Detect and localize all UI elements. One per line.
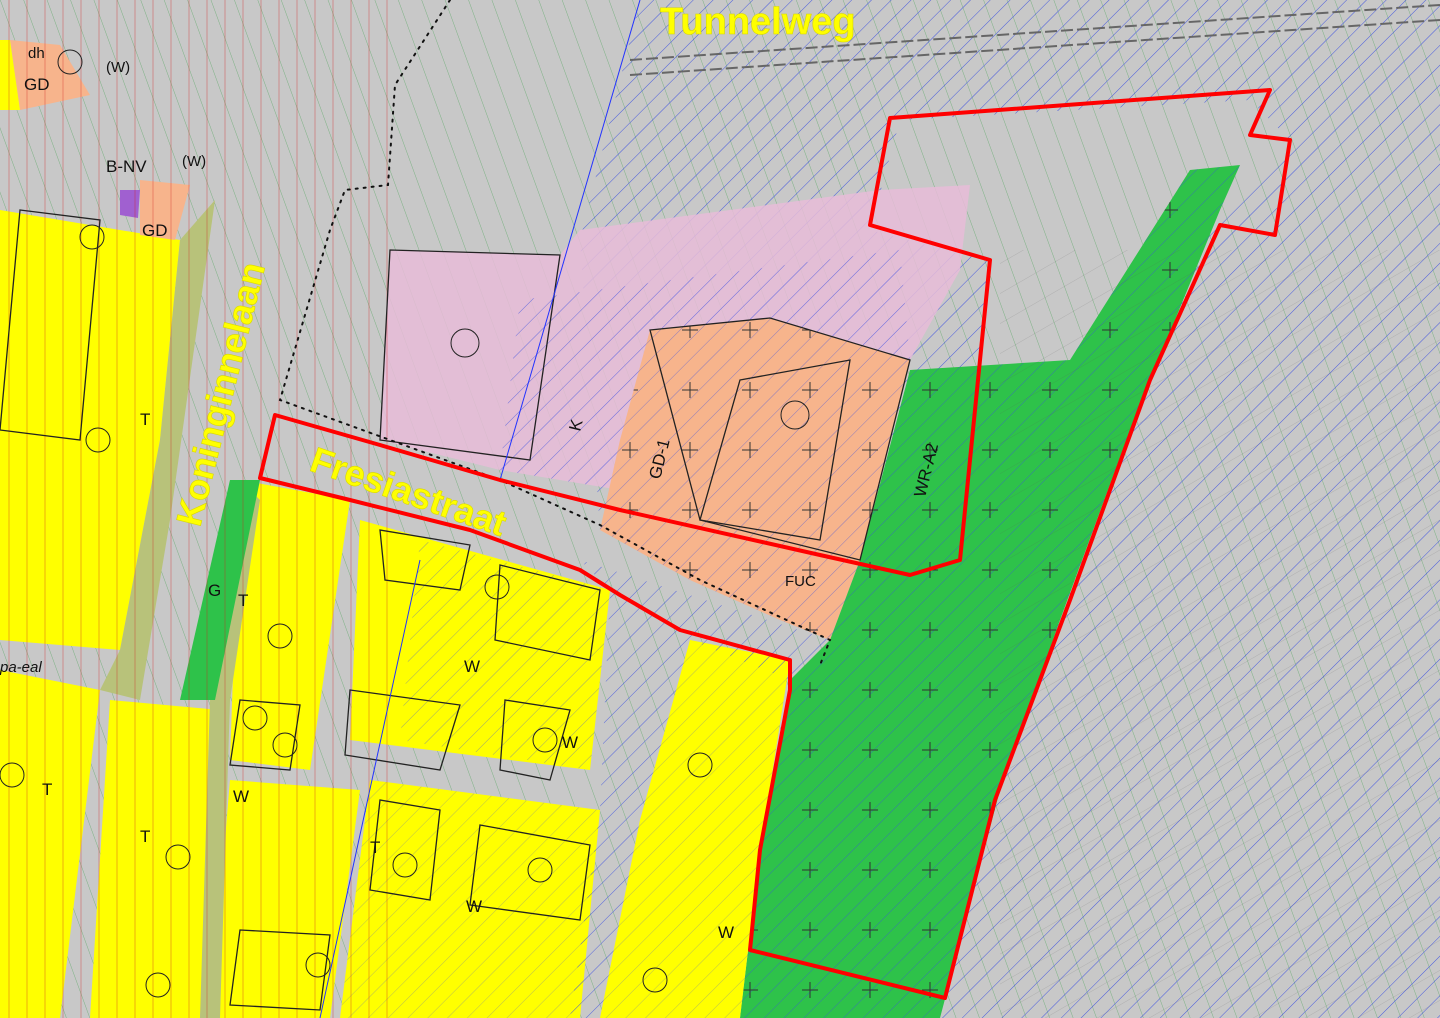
zone-code-paeal: pa-eal — [0, 659, 42, 676]
zone-code-dh: dh — [28, 45, 45, 62]
zone-code-t1: T — [140, 410, 150, 429]
zone-code-gd-mid: GD — [142, 221, 168, 240]
black-hatch-east — [1000, 250, 1440, 1018]
zone-code-g: G — [208, 581, 221, 600]
zone-code-t4: T — [140, 827, 150, 846]
zone-code-fuc: FUC — [785, 573, 816, 590]
zone-code-gd-top: GD — [24, 75, 50, 94]
zone-code-t3: T — [42, 780, 52, 799]
zone-code-bnv: B-NV — [106, 157, 147, 176]
zone-code-w1: W — [233, 787, 249, 806]
zone-code-t5: T — [370, 838, 380, 857]
zone-code-w5: W — [562, 733, 578, 752]
zone-code-w2: W — [464, 657, 480, 676]
zone-code-w-mid: (W) — [182, 153, 206, 170]
zone-code-w4: W — [718, 923, 734, 942]
zoning-map[interactable]: Tunnelweg Koninginnelaan Fresiastraat dh… — [0, 0, 1440, 1018]
zone-code-t2: T — [238, 591, 248, 610]
zone-code-w3: W — [466, 897, 482, 916]
zone-code-w-top: (W) — [106, 59, 130, 76]
street-label-tunnelweg: Tunnelweg — [660, 1, 856, 43]
zoning-map-canvas[interactable]: Tunnelweg Koninginnelaan Fresiastraat dh… — [0, 0, 1440, 1018]
